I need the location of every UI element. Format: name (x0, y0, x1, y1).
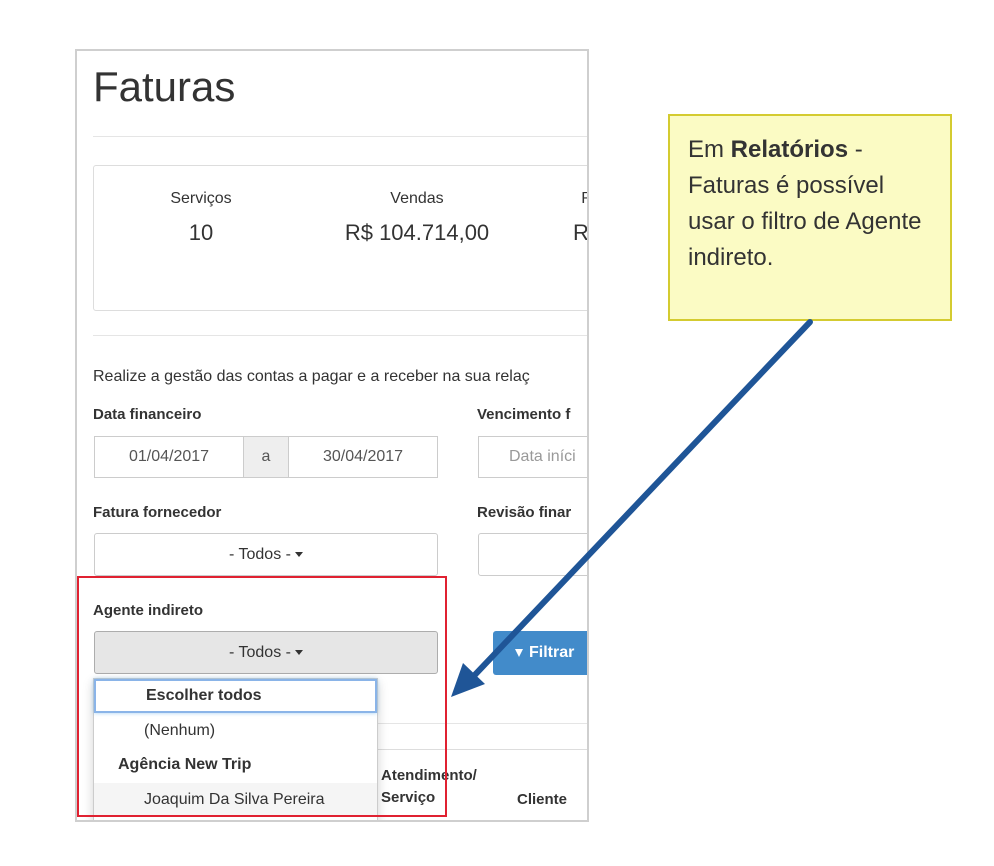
pointer-arrow (451, 319, 813, 697)
arrow-shaft (467, 319, 813, 683)
